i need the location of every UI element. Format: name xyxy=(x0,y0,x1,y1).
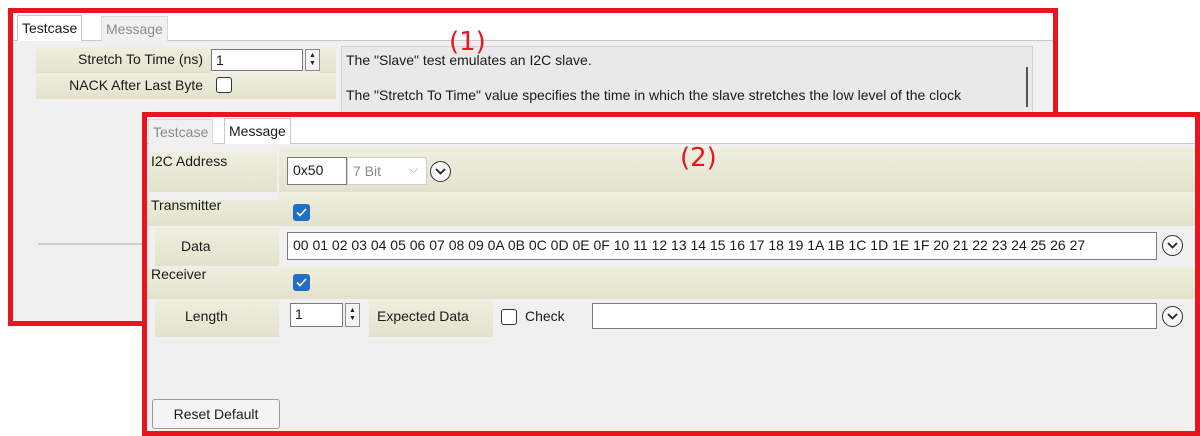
bit-mode-value: 7 Bit xyxy=(353,163,382,179)
stretch-to-time-label: Stretch To Time (ns) xyxy=(36,47,211,73)
expected-data-label: Expected Data xyxy=(377,308,469,324)
tab-testcase[interactable]: Testcase xyxy=(17,15,83,41)
spin-up-icon[interactable]: ▲ xyxy=(349,307,356,315)
data-input[interactable]: 00 01 02 03 04 05 06 07 08 09 0A 0B 0C 0… xyxy=(287,232,1157,260)
nack-after-last-byte-checkbox[interactable] xyxy=(216,77,232,93)
checkmark-icon xyxy=(296,278,307,287)
data-label: Data xyxy=(181,238,211,254)
check-checkbox[interactable] xyxy=(501,309,517,325)
stretch-to-time-input[interactable]: 1 xyxy=(211,49,303,71)
tab-testcase[interactable]: Testcase xyxy=(148,119,214,145)
receiver-label: Receiver xyxy=(151,266,207,282)
description-line-2: The "Stretch To Time" value specifies th… xyxy=(346,87,962,103)
i2c-address-label: I2C Address xyxy=(151,153,228,169)
data-options-button[interactable] xyxy=(1162,235,1183,256)
chevron-down-circle-icon xyxy=(435,168,446,175)
receiver-checkbox[interactable] xyxy=(293,274,310,291)
data-label-cell xyxy=(155,228,279,266)
stretch-row-filler xyxy=(320,47,336,73)
checkmark-icon xyxy=(296,208,307,217)
expected-data-options-button[interactable] xyxy=(1162,306,1183,327)
spin-up-icon[interactable]: ▲ xyxy=(309,52,316,60)
description-scrollbar[interactable] xyxy=(1026,67,1028,107)
dropdown-arrow-icon: ⌵ xyxy=(408,162,418,176)
panel1-separator xyxy=(38,243,148,245)
panel1-tabstrip: Testcase Message xyxy=(13,13,1053,42)
expected-data-input[interactable] xyxy=(592,303,1157,329)
length-label: Length xyxy=(185,308,228,324)
chevron-down-circle-icon xyxy=(1167,313,1178,320)
length-spinner[interactable]: ▲ ▼ xyxy=(345,303,360,327)
i2c-address-input[interactable]: 0x50 xyxy=(287,157,347,185)
tab-message[interactable]: Message xyxy=(224,118,291,144)
transmitter-checkbox[interactable] xyxy=(293,204,310,221)
chevron-down-circle-icon xyxy=(1167,242,1178,249)
nack-after-last-byte-label: NACK After Last Byte xyxy=(36,73,211,99)
stretch-to-time-spinner[interactable]: ▲ ▼ xyxy=(305,49,320,71)
transmitter-label: Transmitter xyxy=(151,197,222,213)
annotation-2: (2) xyxy=(680,143,717,173)
length-input[interactable]: 1 xyxy=(290,303,343,327)
bit-mode-select[interactable]: 7 Bit ⌵ xyxy=(347,157,427,185)
annotation-1: (1) xyxy=(449,27,486,57)
i2c-options-button[interactable] xyxy=(430,161,451,182)
tab-message[interactable]: Message xyxy=(101,16,168,42)
reset-default-button[interactable]: Reset Default xyxy=(152,399,280,429)
check-label: Check xyxy=(525,308,565,324)
message-panel: Testcase Message I2C Address 0x50 7 Bit … xyxy=(142,112,1200,436)
spin-down-icon[interactable]: ▼ xyxy=(309,60,316,68)
spin-down-icon[interactable]: ▼ xyxy=(349,315,356,323)
panel2-tabstrip: Testcase Message xyxy=(147,117,1195,145)
